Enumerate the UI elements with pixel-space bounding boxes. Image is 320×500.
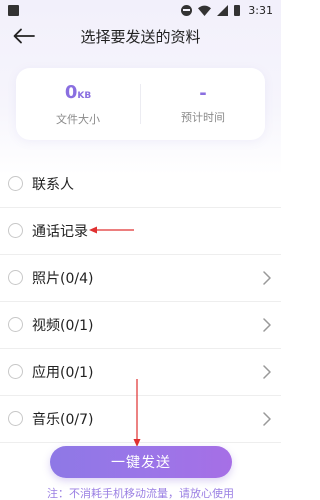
list-item-label: 通话记录: [32, 224, 88, 240]
radio-button[interactable]: [8, 317, 23, 332]
list-item-label: 照片(0/4): [32, 271, 94, 287]
data-type-list: 联系人 通话记录 照片(0/4) 视频(0/1) 应用(0/1) 音乐(0/7): [0, 161, 281, 443]
time-value: -: [199, 83, 207, 104]
status-bar: 3:31: [0, 0, 281, 20]
chevron-right-icon[interactable]: [262, 365, 272, 379]
status-left: [8, 4, 19, 16]
time-label: 预计时间: [181, 111, 225, 124]
list-item-photos[interactable]: 照片(0/4): [0, 255, 281, 302]
list-item-label: 联系人: [32, 177, 74, 193]
wifi-icon: [198, 5, 212, 16]
info-card: 0KB 文件大小 - 预计时间: [16, 68, 265, 140]
radio-button[interactable]: [8, 270, 23, 285]
size-unit: KB: [77, 90, 92, 101]
radio-button[interactable]: [8, 223, 23, 238]
list-item-videos[interactable]: 视频(0/1): [0, 302, 281, 349]
status-time: 3:31: [248, 3, 273, 17]
back-arrow-icon: [13, 28, 35, 44]
one-click-send-button[interactable]: 一键发送: [50, 446, 232, 478]
dnd-icon: [181, 4, 193, 16]
list-item-call-log[interactable]: 通话记录: [0, 208, 281, 255]
list-item-apps[interactable]: 应用(0/1): [0, 349, 281, 396]
list-item-label: 音乐(0/7): [32, 412, 94, 428]
status-right: 3:31: [181, 4, 273, 17]
radio-button[interactable]: [8, 364, 23, 379]
size-info: 0KB 文件大小: [16, 82, 140, 127]
page-title: 选择要发送的资料: [80, 27, 201, 46]
radio-button[interactable]: [8, 411, 23, 426]
size-value: 0: [64, 81, 78, 103]
header: 选择要发送的资料: [0, 20, 281, 52]
signal-icon: [217, 4, 229, 16]
notification-icon: [8, 4, 19, 16]
battery-icon: [234, 4, 241, 16]
time-info: - 预计时间: [141, 83, 265, 125]
chevron-right-icon[interactable]: [262, 318, 272, 332]
radio-button[interactable]: [8, 176, 23, 191]
chevron-right-icon[interactable]: [262, 271, 272, 285]
chevron-right-icon[interactable]: [262, 412, 272, 426]
list-item-contacts[interactable]: 联系人: [0, 161, 281, 208]
list-item-music[interactable]: 音乐(0/7): [0, 396, 281, 443]
size-label: 文件大小: [56, 112, 100, 126]
list-item-label: 应用(0/1): [32, 365, 94, 381]
size-readout: 0KB: [65, 82, 91, 107]
list-item-label: 视频(0/1): [32, 318, 94, 334]
back-button[interactable]: [10, 24, 38, 48]
footer-note: 注：不消耗手机移动流量，请放心使用: [47, 487, 234, 500]
